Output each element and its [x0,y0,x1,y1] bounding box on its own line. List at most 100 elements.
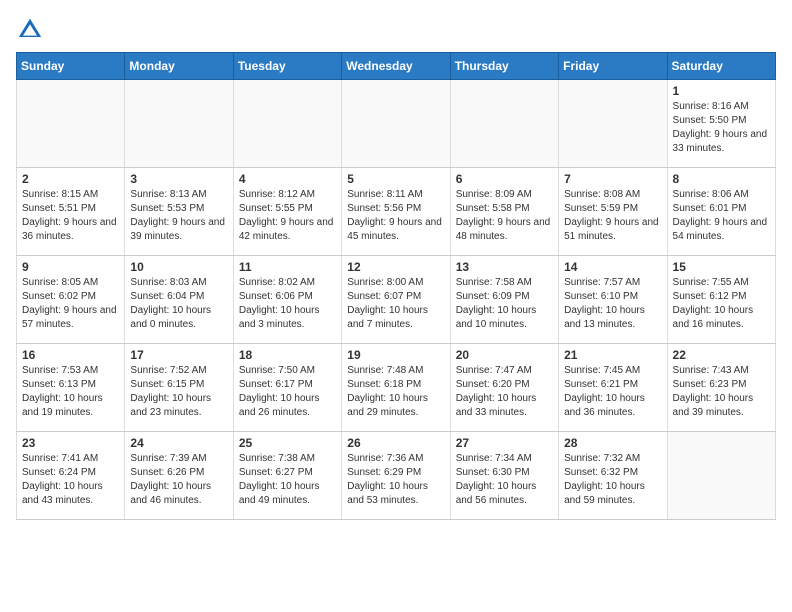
day-info: Sunrise: 8:09 AM Sunset: 5:58 PM Dayligh… [456,188,553,244]
calendar-day-cell: 15 Sunrise: 7:55 AM Sunset: 6:12 PM Dayli… [667,256,775,344]
day-number: 3 [130,172,227,186]
day-number: 20 [456,348,553,362]
calendar-day-cell: 23Sunrise: 7:41 AM Sunset: 6:24 PM Dayli… [17,432,125,520]
day-number: 27 [456,436,553,450]
day-info: Sunrise: 7:36 AM Sunset: 6:29 PM Dayligh… [347,452,444,508]
calendar-day-cell: 13 Sunrise: 7:58 AM Sunset: 6:09 PM Dayli… [450,256,558,344]
day-info: Sunrise: 8:13 AM Sunset: 5:53 PM Dayligh… [130,188,227,244]
day-info: Sunrise: 7:50 AM Sunset: 6:17 PM Dayligh… [239,364,336,420]
calendar-day-cell: 28 Sunrise: 7:32 AM Sunset: 6:32 PM Dayli… [559,432,667,520]
day-info: Sunrise: 7:48 AM Sunset: 6:18 PM Dayligh… [347,364,444,420]
day-number: 10 [130,260,227,274]
day-info: Sunrise: 7:43 AM Sunset: 6:23 PM Dayligh… [673,364,770,420]
calendar-table: SundayMondayTuesdayWednesdayThursdayFrid… [16,52,776,520]
day-info: Sunrise: 7:32 AM Sunset: 6:32 PM Dayligh… [564,452,661,508]
day-info: Sunrise: 8:05 AM Sunset: 6:02 PM Dayligh… [22,276,119,332]
day-number: 4 [239,172,336,186]
day-number: 19 [347,348,444,362]
day-of-week-header: Friday [559,53,667,80]
day-number: 1 [673,84,770,98]
day-info: Sunrise: 7:47 AM Sunset: 6:20 PM Dayligh… [456,364,553,420]
calendar-day-cell: 20 Sunrise: 7:47 AM Sunset: 6:20 PM Dayli… [450,344,558,432]
calendar-day-cell: 26 Sunrise: 7:36 AM Sunset: 6:29 PM Dayli… [342,432,450,520]
calendar-day-cell: 22 Sunrise: 7:43 AM Sunset: 6:23 PM Dayli… [667,344,775,432]
day-info: Sunrise: 7:58 AM Sunset: 6:09 PM Dayligh… [456,276,553,332]
day-info: Sunrise: 7:34 AM Sunset: 6:30 PM Dayligh… [456,452,553,508]
calendar-day-cell: 3 Sunrise: 8:13 AM Sunset: 5:53 PM Daylig… [125,168,233,256]
calendar-day-cell: 1 Sunrise: 8:16 AM Sunset: 5:50 PM Daylig… [667,80,775,168]
day-info: Sunrise: 7:55 AM Sunset: 6:12 PM Dayligh… [673,276,770,332]
day-info: Sunrise: 8:16 AM Sunset: 5:50 PM Dayligh… [673,100,770,156]
calendar-day-cell: 9 Sunrise: 8:05 AM Sunset: 6:02 PM Daylig… [17,256,125,344]
day-info: Sunrise: 8:06 AM Sunset: 6:01 PM Dayligh… [673,188,770,244]
day-of-week-header: Sunday [17,53,125,80]
day-number: 9 [22,260,119,274]
day-number: 22 [673,348,770,362]
calendar-day-cell: 11 Sunrise: 8:02 AM Sunset: 6:06 PM Dayli… [233,256,341,344]
calendar-day-cell: 27 Sunrise: 7:34 AM Sunset: 6:30 PM Dayli… [450,432,558,520]
day-number: 13 [456,260,553,274]
day-info: Sunrise: 7:41 AM Sunset: 6:24 PM Dayligh… [22,452,119,508]
day-number: 21 [564,348,661,362]
calendar-day-cell: 4 Sunrise: 8:12 AM Sunset: 5:55 PM Daylig… [233,168,341,256]
day-info: Sunrise: 8:03 AM Sunset: 6:04 PM Dayligh… [130,276,227,332]
day-info: Sunrise: 8:02 AM Sunset: 6:06 PM Dayligh… [239,276,336,332]
day-info: Sunrise: 7:53 AM Sunset: 6:13 PM Dayligh… [22,364,119,420]
page-header [16,16,776,44]
day-info: Sunrise: 8:08 AM Sunset: 5:59 PM Dayligh… [564,188,661,244]
calendar-day-cell: 8 Sunrise: 8:06 AM Sunset: 6:01 PM Daylig… [667,168,775,256]
day-info: Sunrise: 7:57 AM Sunset: 6:10 PM Dayligh… [564,276,661,332]
day-of-week-header: Thursday [450,53,558,80]
calendar-day-cell: 19 Sunrise: 7:48 AM Sunset: 6:18 PM Dayli… [342,344,450,432]
day-number: 16 [22,348,119,362]
calendar-day-cell: 2 Sunrise: 8:15 AM Sunset: 5:51 PM Daylig… [17,168,125,256]
day-number: 15 [673,260,770,274]
day-info: Sunrise: 8:15 AM Sunset: 5:51 PM Dayligh… [22,188,119,244]
day-of-week-header: Tuesday [233,53,341,80]
logo [16,16,48,44]
calendar-header-row: SundayMondayTuesdayWednesdayThursdayFrid… [17,53,776,80]
calendar-day-cell: 16 Sunrise: 7:53 AM Sunset: 6:13 PM Dayli… [17,344,125,432]
day-info: Sunrise: 8:00 AM Sunset: 6:07 PM Dayligh… [347,276,444,332]
day-number: 7 [564,172,661,186]
day-info: Sunrise: 7:52 AM Sunset: 6:15 PM Dayligh… [130,364,227,420]
calendar-day-cell [450,80,558,168]
calendar-day-cell [667,432,775,520]
day-number: 18 [239,348,336,362]
day-number: 24 [130,436,227,450]
day-number: 11 [239,260,336,274]
calendar-day-cell [233,80,341,168]
calendar-week-row: 23Sunrise: 7:41 AM Sunset: 6:24 PM Dayli… [17,432,776,520]
day-info: Sunrise: 7:45 AM Sunset: 6:21 PM Dayligh… [564,364,661,420]
day-number: 26 [347,436,444,450]
day-of-week-header: Monday [125,53,233,80]
calendar-day-cell: 6 Sunrise: 8:09 AM Sunset: 5:58 PM Daylig… [450,168,558,256]
day-info: Sunrise: 8:12 AM Sunset: 5:55 PM Dayligh… [239,188,336,244]
calendar-day-cell: 7 Sunrise: 8:08 AM Sunset: 5:59 PM Daylig… [559,168,667,256]
calendar-day-cell: 18 Sunrise: 7:50 AM Sunset: 6:17 PM Dayli… [233,344,341,432]
calendar-week-row: 1 Sunrise: 8:16 AM Sunset: 5:50 PM Daylig… [17,80,776,168]
day-number: 28 [564,436,661,450]
calendar-day-cell: 25Sunrise: 7:38 AM Sunset: 6:27 PM Dayli… [233,432,341,520]
logo-icon [16,16,44,44]
calendar-week-row: 2 Sunrise: 8:15 AM Sunset: 5:51 PM Daylig… [17,168,776,256]
calendar-week-row: 16 Sunrise: 7:53 AM Sunset: 6:13 PM Dayli… [17,344,776,432]
calendar-day-cell [559,80,667,168]
calendar-day-cell: 5 Sunrise: 8:11 AM Sunset: 5:56 PM Daylig… [342,168,450,256]
day-of-week-header: Wednesday [342,53,450,80]
day-number: 6 [456,172,553,186]
calendar-week-row: 9 Sunrise: 8:05 AM Sunset: 6:02 PM Daylig… [17,256,776,344]
calendar-day-cell: 10 Sunrise: 8:03 AM Sunset: 6:04 PM Dayli… [125,256,233,344]
day-of-week-header: Saturday [667,53,775,80]
calendar-day-cell [342,80,450,168]
day-number: 2 [22,172,119,186]
day-number: 5 [347,172,444,186]
day-number: 25 [239,436,336,450]
day-info: Sunrise: 7:39 AM Sunset: 6:26 PM Dayligh… [130,452,227,508]
calendar-day-cell: 14 Sunrise: 7:57 AM Sunset: 6:10 PM Dayli… [559,256,667,344]
day-number: 14 [564,260,661,274]
day-number: 8 [673,172,770,186]
day-info: Sunrise: 8:11 AM Sunset: 5:56 PM Dayligh… [347,188,444,244]
day-number: 12 [347,260,444,274]
calendar-day-cell: 12 Sunrise: 8:00 AM Sunset: 6:07 PM Dayli… [342,256,450,344]
